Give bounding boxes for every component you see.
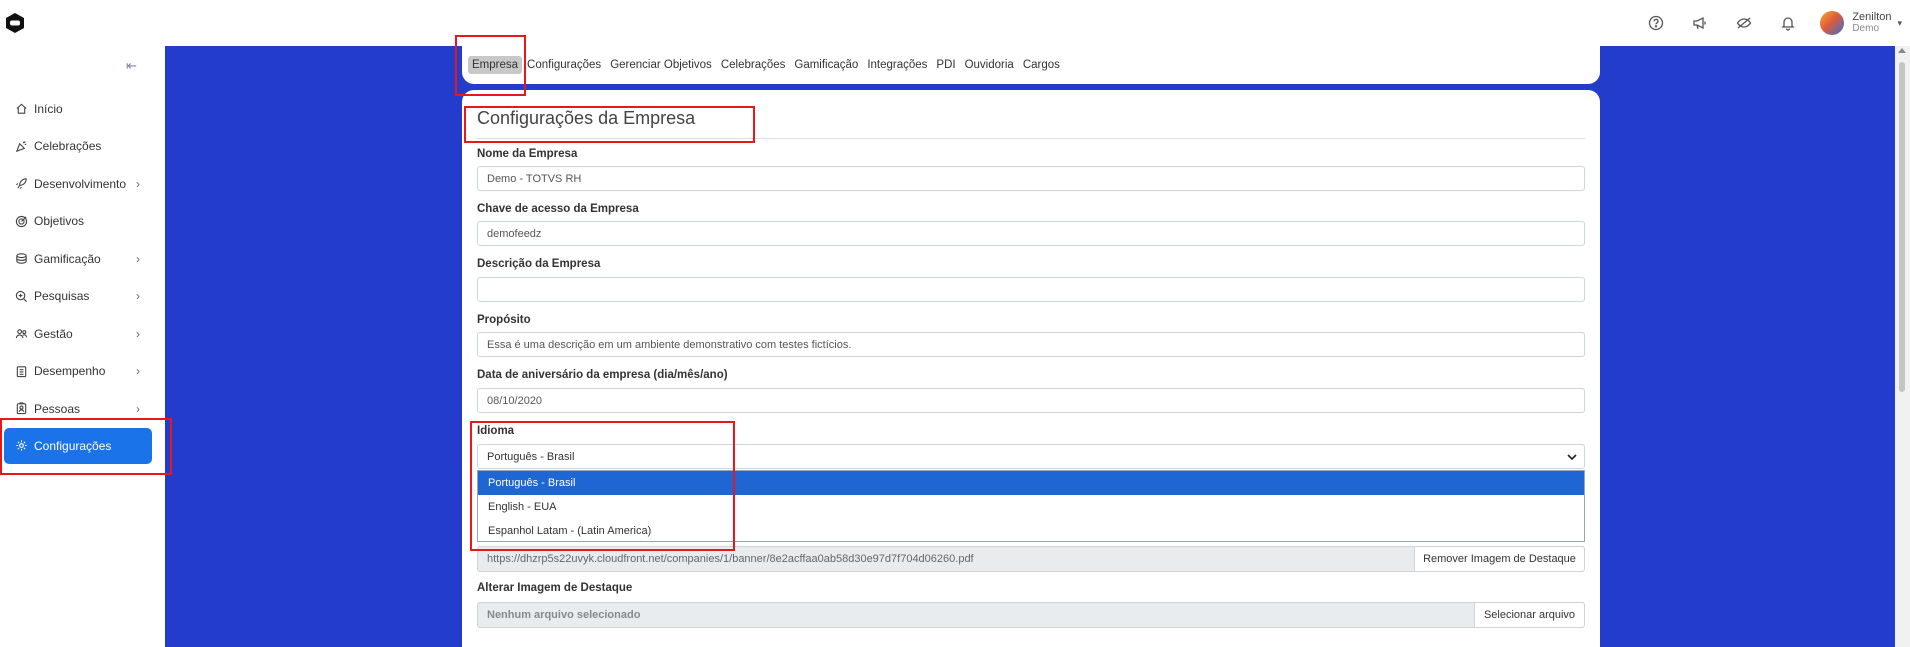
remove-banner-button[interactable]: Remover Imagem de Destaque [1415, 546, 1585, 572]
sidebar-item-desenvolvimento[interactable]: Desenvolvimento › [0, 165, 165, 203]
anniversary-date-field[interactable]: 08/10/2020 [477, 388, 1585, 413]
banner-url-row: https://dhzrp5s22uvyk.cloudfront.net/com… [477, 546, 1585, 572]
description-label: Descrição da Empresa [477, 258, 601, 270]
language-select[interactable]: Português - Brasil [477, 444, 1585, 469]
badge-icon [14, 402, 28, 416]
tab-cargos[interactable]: Cargos [1019, 56, 1064, 74]
language-option-pt-br[interactable]: Português - Brasil [478, 471, 1584, 495]
chevron-right-icon: › [136, 251, 140, 266]
tab-celebracoes[interactable]: Celebrações [717, 56, 790, 74]
anniversary-label: Data de aniversário da empresa (dia/mês/… [477, 369, 728, 381]
sidebar-item-celebracoes[interactable]: Celebrações [0, 128, 165, 166]
chevron-down-icon: ▾ [1897, 17, 1902, 28]
tab-integracoes[interactable]: Integrações [863, 56, 931, 74]
select-file-button[interactable]: Selecionar arquivo [1475, 602, 1585, 628]
divider [477, 138, 1585, 139]
chevron-right-icon: › [136, 176, 140, 191]
page-title: Configurações da Empresa [477, 108, 696, 128]
language-option-en-us[interactable]: English - EUA [478, 495, 1584, 519]
avatar [1820, 11, 1845, 35]
sidebar-item-label: Objetivos [34, 214, 85, 229]
top-actions: Zenilton Demo ▾ [1634, 0, 1910, 46]
sidebar-item-objetivos[interactable]: Objetivos [0, 203, 165, 241]
chevron-right-icon: › [136, 289, 140, 304]
scroll-up-icon[interactable] [1898, 48, 1906, 53]
hexagon-logo-icon[interactable] [4, 12, 26, 34]
sidebar: ⇤ Início Celebrações Desenvolvimento › O… [0, 46, 165, 647]
target-icon [14, 214, 28, 228]
sidebar-item-pesquisas[interactable]: Pesquisas › [0, 278, 165, 316]
scrollbar[interactable] [1895, 46, 1910, 647]
tab-ouvidoria[interactable]: Ouvidoria [961, 56, 1018, 74]
sidebar-item-label: Gestão [34, 326, 73, 341]
tab-gamificacao[interactable]: Gamificação [790, 56, 862, 74]
visibility-off-icon[interactable] [1722, 1, 1766, 45]
sidebar-item-label: Desenvolvimento [34, 176, 127, 191]
sidebar-item-label: Configurações [34, 438, 112, 453]
sidebar-item-label: Desempenho [34, 364, 106, 379]
chevron-right-icon: › [136, 401, 140, 416]
language-label: Idioma [477, 425, 515, 437]
sidebar-item-configuracoes[interactable]: Configurações [4, 427, 152, 464]
chevron-right-icon: › [136, 364, 140, 379]
purpose-label: Propósito [477, 314, 531, 326]
file-picker-row: Nenhum arquivo selecionado Selecionar ar… [477, 602, 1585, 628]
access-key-field[interactable]: demofeedz [477, 221, 1585, 246]
user-name: Zenilton [1852, 11, 1892, 23]
change-banner-label: Alterar Imagem de Destaque [477, 582, 633, 594]
language-selected-value: Português - Brasil [487, 450, 575, 463]
sidebar-item-label: Pesquisas [34, 289, 90, 304]
language-option-es-latam[interactable]: Espanhol Latam - (Latin America) [478, 519, 1584, 543]
team-icon [14, 327, 28, 341]
help-icon[interactable] [1634, 1, 1678, 45]
banner-url-field: https://dhzrp5s22uvyk.cloudfront.net/com… [477, 546, 1415, 572]
home-icon [14, 102, 28, 116]
clipboard-icon [14, 364, 28, 378]
chevron-right-icon: › [136, 326, 140, 341]
sidebar-item-gamificacao[interactable]: Gamificação › [0, 240, 165, 278]
access-key-label: Chave de acesso da Empresa [477, 203, 639, 215]
sidebar-item-gestao[interactable]: Gestão › [0, 315, 165, 353]
search-icon [14, 289, 28, 303]
language-dropdown: Português - Brasil English - EUA Espanho… [477, 470, 1585, 542]
sidebar-item-label: Gamificação [34, 251, 101, 266]
user-menu[interactable]: Zenilton Demo ▾ [1820, 11, 1902, 35]
party-icon [14, 139, 28, 153]
sidebar-item-label: Início [34, 101, 63, 116]
sidebar-item-label: Celebrações [34, 139, 102, 154]
file-name-field[interactable]: Nenhum arquivo selecionado [477, 602, 1475, 628]
user-org: Demo [1852, 23, 1880, 34]
tab-gerenciar-objetivos[interactable]: Gerenciar Objetivos [606, 56, 716, 74]
sidebar-item-desempenho[interactable]: Desempenho › [0, 353, 165, 391]
description-field[interactable] [477, 277, 1585, 302]
tab-configuracoes[interactable]: Configurações [523, 56, 605, 74]
scroll-thumb[interactable] [1899, 62, 1905, 392]
sidebar-item-pessoas[interactable]: Pessoas › [0, 390, 165, 428]
sidebar-item-inicio[interactable]: Início [0, 90, 165, 128]
sidebar-nav: Início Celebrações Desenvolvimento › Obj… [0, 90, 165, 464]
company-name-field[interactable]: Demo - TOTVS RH [477, 166, 1585, 191]
user-info: Zenilton Demo [1852, 11, 1892, 35]
sidebar-item-label: Pessoas [34, 401, 81, 416]
chevron-down-icon [1567, 454, 1577, 461]
collapse-left-icon[interactable]: ⇤ [126, 58, 137, 74]
coins-icon [14, 252, 28, 266]
megaphone-icon[interactable] [1678, 1, 1722, 45]
gear-icon [14, 439, 28, 453]
settings-tabs: Empresa Configurações Gerenciar Objetivo… [462, 46, 1600, 84]
rocket-icon [14, 177, 28, 191]
company-name-label: Nome da Empresa [477, 148, 578, 160]
tab-empresa[interactable]: Empresa [468, 56, 523, 74]
top-bar: Zenilton Demo ▾ [0, 0, 1910, 46]
company-settings-form: Configurações da Empresa Nome da Empresa… [462, 90, 1600, 647]
purpose-field[interactable]: Essa é uma descrição em um ambiente demo… [477, 332, 1585, 357]
bell-icon[interactable] [1766, 1, 1810, 45]
tab-pdi[interactable]: PDI [932, 56, 959, 74]
